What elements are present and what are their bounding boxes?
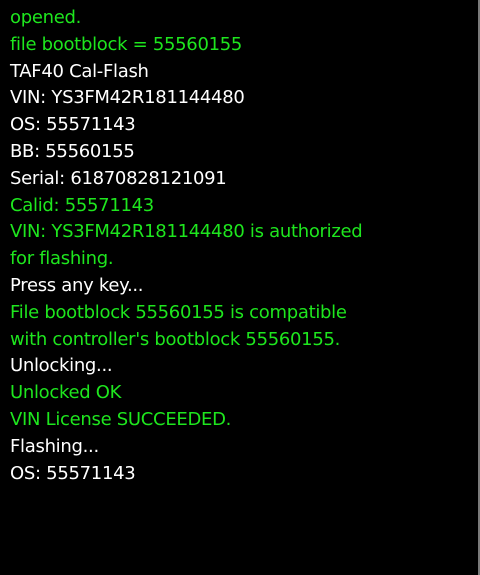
console-line: TAF40 Cal-Flash	[10, 60, 149, 82]
console-line: opened.	[10, 7, 82, 28]
console-line: for flashing.	[10, 248, 114, 270]
console-line: File bootblock 55560155 is compatible	[10, 301, 347, 323]
console-line: OS: 55571143	[10, 462, 136, 484]
console-line: BB: 55560155	[10, 140, 135, 162]
console-line: Flashing...	[10, 435, 99, 457]
console-window[interactable]: opened. file bootblock = 55560155 TAF40 …	[0, 0, 480, 575]
console-line: with controller's bootblock 55560155.	[10, 328, 341, 350]
console-line: Unlocked OK	[10, 382, 122, 404]
console-output: opened. file bootblock = 55560155 TAF40 …	[10, 5, 478, 487]
console-line: Press any key...	[10, 274, 144, 296]
console-line: file bootblock = 55560155	[10, 33, 243, 55]
console-line: OS: 55571143	[10, 114, 136, 136]
console-line: Unlocking...	[10, 355, 113, 377]
console-line: Serial: 61870828121091	[10, 167, 227, 189]
console-line: VIN: YS3FM42R181144480 is authorized	[10, 221, 363, 243]
console-line: VIN: YS3FM42R181144480	[10, 87, 245, 109]
console-line: Calid: 55571143	[10, 194, 154, 216]
console-line: VIN License SUCCEEDED.	[10, 408, 232, 430]
